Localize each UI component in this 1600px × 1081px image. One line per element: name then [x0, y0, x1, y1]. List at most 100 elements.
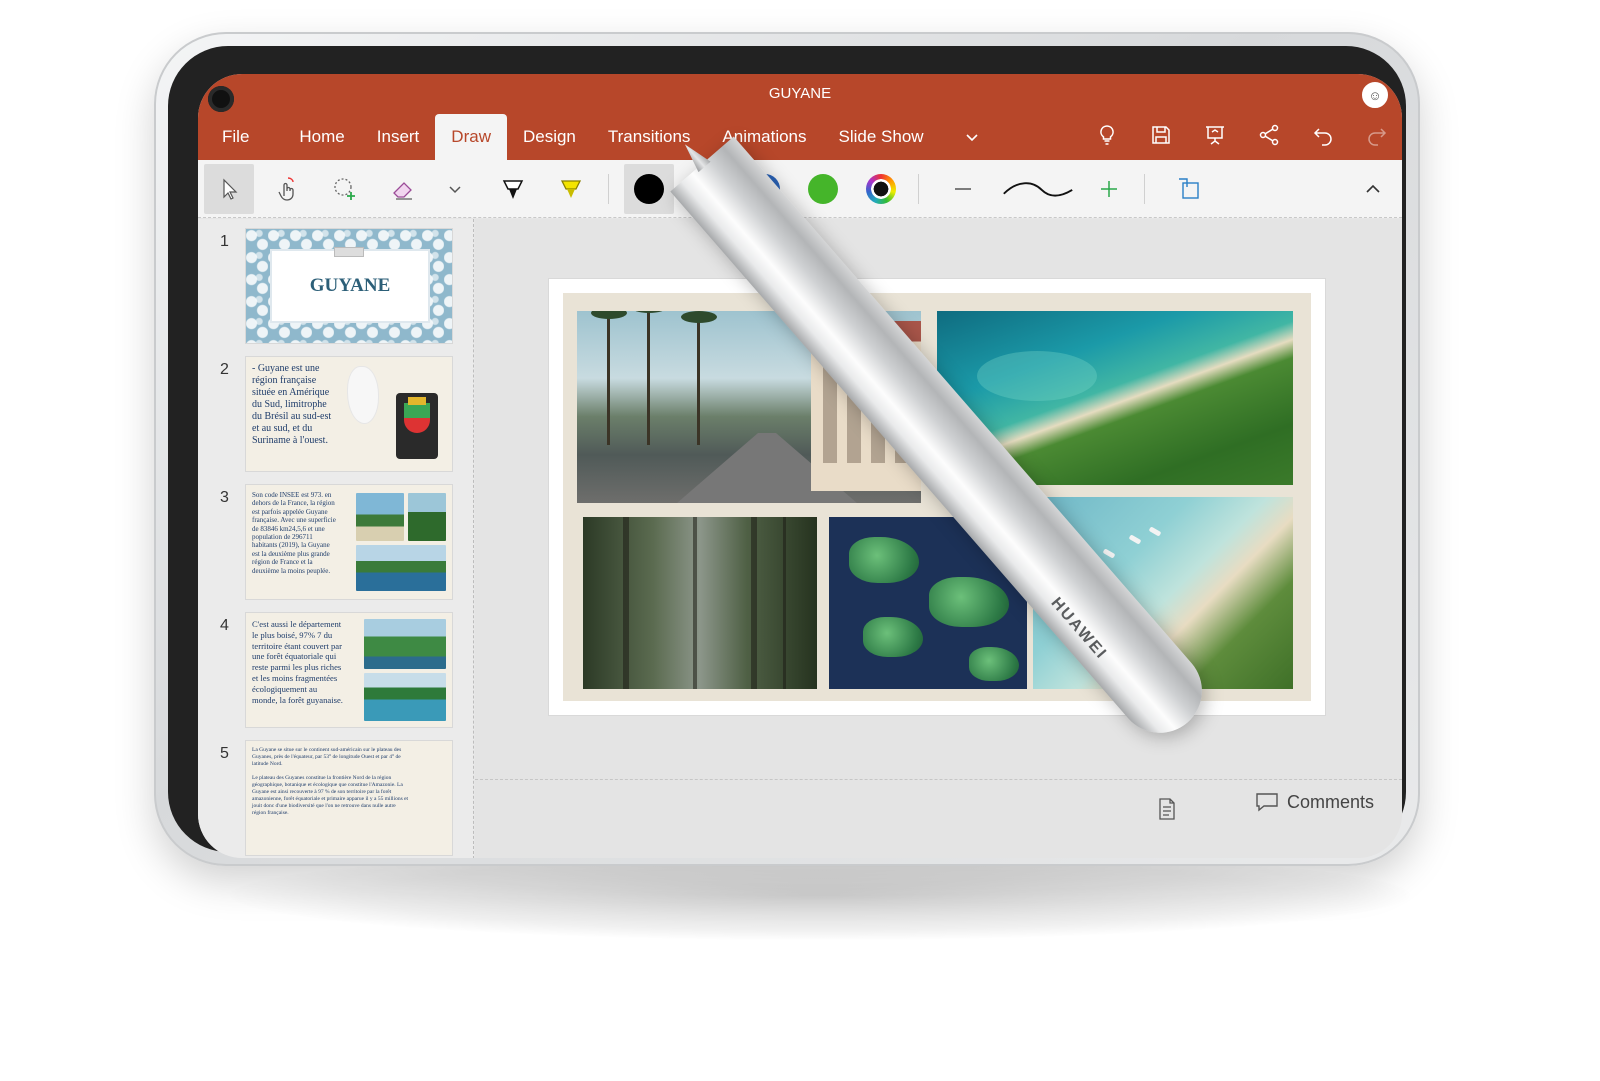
- hand-touch-icon: [278, 177, 294, 201]
- palm-trunk: [607, 311, 610, 445]
- palm-frond: [681, 311, 717, 323]
- tree-trunk: [783, 517, 786, 689]
- boat: [1128, 534, 1142, 545]
- more-colors-button[interactable]: [856, 164, 906, 214]
- stroke-thickness-preview: [998, 164, 1078, 214]
- palm-frond: [591, 311, 627, 319]
- select-tool[interactable]: [204, 164, 254, 214]
- thicker-stroke-button[interactable]: [1084, 164, 1134, 214]
- slide-number: 3: [220, 489, 229, 506]
- slide-number: 4: [220, 617, 229, 634]
- collapse-ribbon-icon[interactable]: [1362, 178, 1384, 200]
- ink-to-shape-button[interactable]: [1164, 164, 1214, 214]
- coat-of-arms-image: [396, 393, 438, 459]
- palm-frond: [631, 311, 667, 313]
- more-tabs-chevron-icon[interactable]: [964, 114, 980, 160]
- thinner-stroke-button[interactable]: [938, 164, 988, 214]
- touch-draw-tool[interactable]: [262, 164, 312, 214]
- palm-trunk: [697, 315, 700, 445]
- eraser-icon: [393, 182, 412, 200]
- slide-number: 1: [220, 233, 229, 250]
- tree-trunk: [751, 517, 757, 689]
- account-avatar[interactable]: ☺: [1362, 82, 1388, 108]
- comments-label: Comments: [1287, 791, 1375, 812]
- palm-photo: [408, 493, 446, 541]
- beach-photo: [356, 493, 404, 541]
- color-wheel-icon: [866, 174, 896, 204]
- island-photo: [356, 545, 446, 591]
- lasso-add-icon: [334, 178, 355, 200]
- tab-home[interactable]: Home: [283, 114, 360, 160]
- slide-thumbnail-4[interactable]: C'est aussi le département le plus boisé…: [246, 613, 452, 727]
- draw-toolbar: [198, 160, 1402, 218]
- undo-icon[interactable]: [1308, 120, 1338, 150]
- slide-thumbnail-2[interactable]: - Guyane est une région française située…: [246, 357, 452, 471]
- color-black-swatch[interactable]: [624, 164, 674, 214]
- island: [929, 577, 1009, 627]
- redo-icon[interactable]: [1362, 120, 1392, 150]
- ribbon-tabs: File Home Insert Draw Design Transitions…: [198, 112, 1402, 160]
- island: [849, 537, 919, 583]
- thumbnail-title: GUYANE: [309, 275, 391, 296]
- lightbulb-icon[interactable]: [1092, 120, 1122, 150]
- highlighter-tool[interactable]: [546, 164, 596, 214]
- guyane-map-image: [348, 367, 378, 423]
- coast-photo: [364, 619, 446, 669]
- lasso-select-tool[interactable]: [320, 164, 370, 214]
- pen-tool[interactable]: [488, 164, 538, 214]
- slide-thumbnail-1[interactable]: GUYANE: [246, 229, 452, 343]
- front-camera: [208, 86, 234, 112]
- slide-thumbnail-3[interactable]: Son code INSEE est 973. en dehors de la …: [246, 485, 452, 599]
- save-icon[interactable]: [1146, 120, 1176, 150]
- plus-icon: [1101, 181, 1117, 197]
- green-swatch: [808, 174, 838, 204]
- tab-file[interactable]: File: [206, 114, 265, 160]
- app-screen: GUYANE ☺ File Home Insert Draw Design Tr…: [198, 74, 1402, 858]
- boat: [1148, 526, 1162, 537]
- ink-to-shape-icon: [1179, 178, 1199, 199]
- toolbar-separator: [608, 174, 609, 204]
- sea-photo: [364, 673, 446, 721]
- notes-divider: [475, 779, 1402, 780]
- avatar-icon: ☺: [1368, 87, 1382, 103]
- tab-draw[interactable]: Draw: [435, 114, 507, 160]
- thumbnail-text: C'est aussi le département le plus boisé…: [252, 619, 343, 705]
- comment-bubble-icon: [1256, 793, 1278, 812]
- comments-button[interactable]: Comments: [1255, 791, 1374, 813]
- ribbon-actions: [1092, 120, 1392, 150]
- slide-thumbnail-5[interactable]: La Guyane se situe sur le continent sud-…: [246, 741, 452, 855]
- island: [969, 647, 1019, 681]
- slide-number: 2: [220, 361, 229, 378]
- chevron-down-icon: [449, 186, 461, 194]
- slide-number: 5: [220, 745, 229, 762]
- document-title: GUYANE: [768, 84, 832, 102]
- boat: [1102, 548, 1116, 559]
- tab-design[interactable]: Design: [507, 114, 592, 160]
- present-icon[interactable]: [1200, 120, 1230, 150]
- eraser-options-dropdown[interactable]: [430, 164, 480, 214]
- notes-icon[interactable]: [1157, 797, 1177, 821]
- tree-trunk: [623, 517, 629, 689]
- toolbar-separator: [918, 174, 919, 204]
- tab-insert[interactable]: Insert: [361, 114, 436, 160]
- thumbnail-text: Son code INSEE est 973. en dehors de la …: [252, 491, 336, 575]
- palm-trunk: [647, 311, 650, 445]
- black-swatch: [634, 174, 664, 204]
- pen-icon: [502, 180, 524, 199]
- color-green-swatch[interactable]: [798, 164, 848, 214]
- thumbnail-text: La Guyane se situe sur le continent sud-…: [252, 747, 409, 816]
- stroke-curve-icon: [1003, 182, 1073, 197]
- tab-slide-show[interactable]: Slide Show: [823, 114, 940, 160]
- tape-decoration: [334, 247, 364, 257]
- slide-canvas[interactable]: Comments: [475, 219, 1402, 858]
- thumbnail-title-card: GUYANE: [272, 251, 428, 321]
- tablet-device: GUYANE ☺ File Home Insert Draw Design Tr…: [154, 32, 1420, 866]
- minus-icon: [955, 188, 971, 190]
- thumbnail-text: - Guyane est une région française située…: [252, 363, 332, 446]
- toolbar-separator: [1144, 174, 1145, 204]
- tablet-bezel: GUYANE ☺ File Home Insert Draw Design Tr…: [168, 46, 1406, 858]
- share-icon[interactable]: [1254, 120, 1284, 150]
- eraser-tool[interactable]: [378, 164, 428, 214]
- island: [863, 617, 923, 657]
- rainforest-photo[interactable]: [583, 517, 817, 689]
